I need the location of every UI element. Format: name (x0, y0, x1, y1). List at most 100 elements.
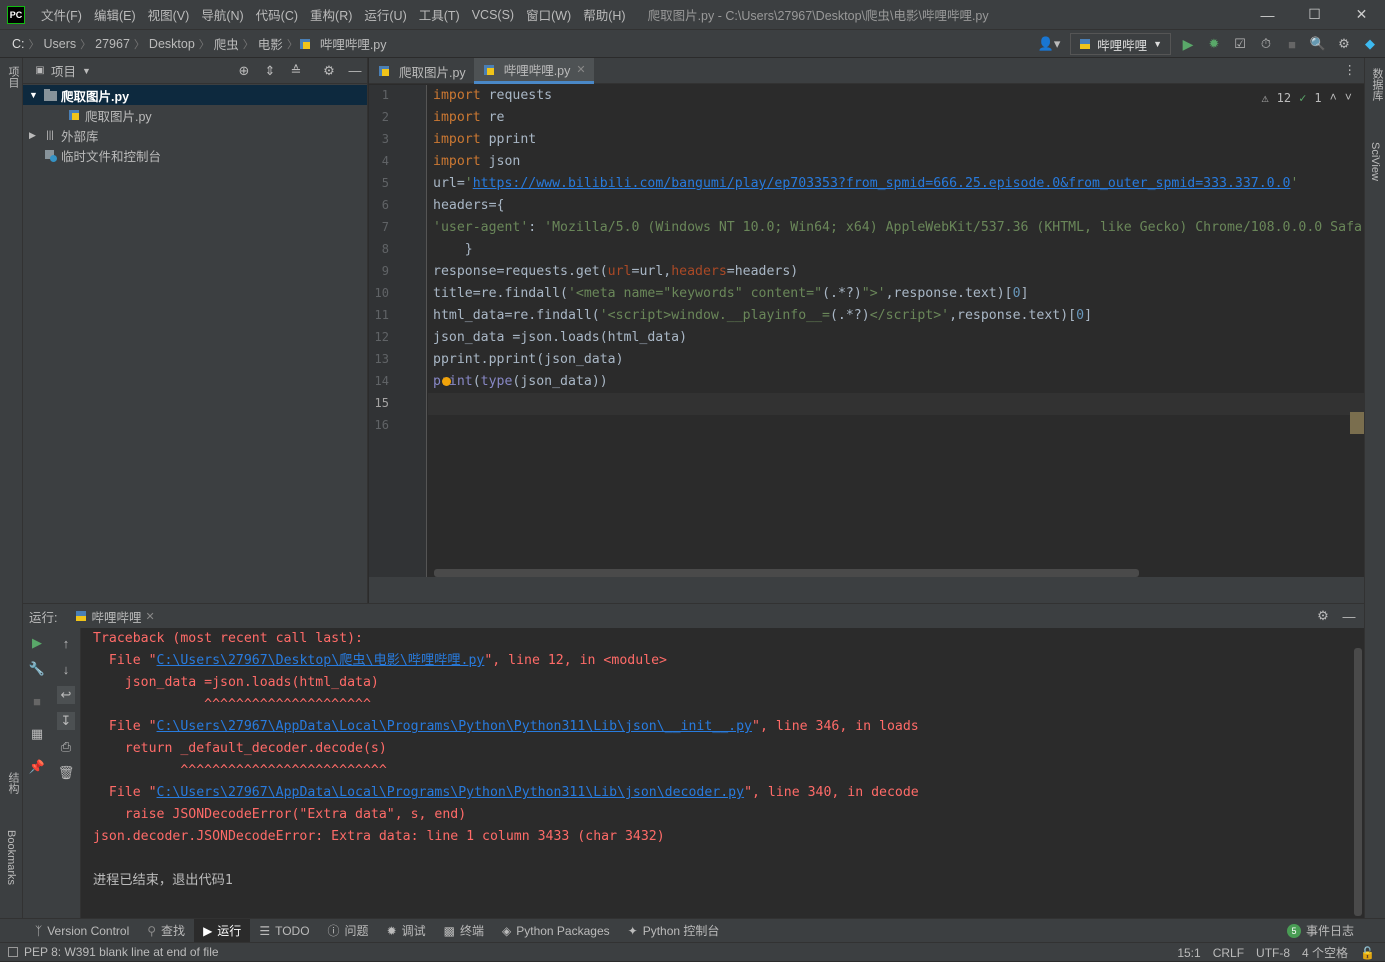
code-editor[interactable]: import requests import re import pprint … (428, 85, 1364, 577)
status-message[interactable]: PEP 8: W391 blank line at end of file (24, 945, 219, 959)
console-line: File "C:\Users\27967\Desktop\爬虫\电影\哔哩哔哩.… (93, 653, 667, 668)
lock-icon[interactable]: 🔓 (1360, 946, 1375, 960)
chevron-down-icon[interactable]: ▼ (82, 66, 91, 76)
menu-navigate[interactable]: 导航(N) (195, 5, 249, 24)
run-configuration-select[interactable]: 哔哩哔哩 ▼ (1070, 33, 1171, 55)
scrollbar-thumb[interactable] (1350, 412, 1364, 434)
menu-window[interactable]: 窗口(W) (520, 5, 577, 24)
chevron-down-icon[interactable]: ▼ (29, 90, 43, 100)
chevron-right-icon[interactable]: ▶ (29, 130, 43, 141)
menu-tools[interactable]: 工具(T) (413, 5, 466, 24)
breadcrumb-item[interactable]: 爬虫 (210, 34, 243, 53)
menu-code[interactable]: 代码(C) (250, 5, 304, 24)
console-scrollbar[interactable] (1354, 648, 1362, 916)
menu-refactor[interactable]: 重构(R) (304, 5, 358, 24)
console-file-link[interactable]: C:\Users\27967\Desktop\爬虫\电影\哔哩哔哩.py (157, 653, 485, 668)
tool-tab-problems[interactable]: ⓘ 问题 (319, 919, 378, 943)
menu-file[interactable]: 文件(F) (35, 5, 88, 24)
file-encoding[interactable]: UTF-8 (1256, 946, 1290, 960)
menu-help[interactable]: 帮助(H) (577, 5, 631, 24)
menu-view[interactable]: 视图(V) (142, 5, 196, 24)
run-icon[interactable]: ▶ (1179, 35, 1197, 53)
breadcrumb-item[interactable]: Users (40, 37, 81, 51)
layout-icon[interactable]: ▦ (28, 725, 46, 743)
hide-panel-icon[interactable]: — (346, 62, 364, 80)
horizontal-scrollbar[interactable] (434, 569, 1139, 577)
breadcrumb-item[interactable]: 电影 (254, 34, 287, 53)
tool-tab-run[interactable]: ▶ 运行 (194, 918, 251, 943)
tool-tab-debug[interactable]: ✹ 调试 (378, 919, 435, 943)
coverage-icon[interactable]: ☑ (1231, 35, 1249, 53)
tool-tab-event-log[interactable]: 5 事件日志 (1278, 919, 1363, 943)
run-tab[interactable]: 哔哩哔哩 ✕ (75, 607, 155, 626)
scroll-to-end-icon[interactable]: ↧ (57, 712, 75, 730)
menu-edit[interactable]: 编辑(E) (88, 5, 142, 24)
menu-run[interactable]: 运行(U) (358, 5, 412, 24)
tree-item-project-root[interactable]: ▼ 爬取图片.py (23, 85, 367, 105)
close-tab-icon[interactable]: ✕ (576, 63, 585, 76)
code-line: response=requests.get(url=url,headers=he… (433, 264, 799, 279)
tree-item-external-libraries[interactable]: ▶ ||| 外部库 (23, 125, 367, 145)
more-icon[interactable]: ⋮ (1344, 62, 1357, 77)
arrow-down-icon[interactable]: ↓ (57, 660, 75, 678)
editor-tab[interactable]: 爬取图片.py (369, 58, 474, 84)
inspection-widget[interactable]: ⚠ 12 ✓ 1 ˄ ˅ (1261, 90, 1352, 105)
chevron-down-icon[interactable]: ˅ (1345, 90, 1352, 105)
arrow-up-icon[interactable]: ↑ (57, 634, 75, 652)
project-tool-tab[interactable]: 项目 (5, 66, 21, 88)
wrench-icon[interactable]: 🔧 (28, 660, 46, 678)
stop-icon[interactable]: ■ (28, 692, 46, 710)
line-separator[interactable]: CRLF (1213, 946, 1244, 960)
structure-tool-tab[interactable]: 结构 (5, 772, 21, 794)
gear-icon[interactable]: ⚙ (1335, 35, 1353, 53)
editor-tab-active[interactable]: 哔哩哔哩.py ✕ (473, 58, 594, 84)
soft-wrap-icon[interactable]: ↩ (57, 686, 75, 704)
gear-icon[interactable]: ⚙ (320, 62, 338, 80)
toggle-tool-windows-icon[interactable] (8, 947, 18, 957)
maximize-icon[interactable]: ☐ (1291, 0, 1338, 29)
tool-tab-version-control[interactable]: ᛉ Version Control (26, 919, 138, 943)
sciview-tool-tab[interactable]: SciView (1369, 142, 1381, 181)
rerun-icon[interactable]: ▶ (28, 634, 46, 652)
bookmarks-tool-tab[interactable]: Bookmarks (5, 830, 17, 885)
collapse-all-icon[interactable]: ≙ (287, 62, 305, 80)
minimize-icon[interactable]: — (1244, 0, 1291, 29)
database-tool-tab[interactable]: 数据库 (1369, 68, 1385, 101)
tool-tab-python-packages[interactable]: ◈ Python Packages (493, 919, 619, 943)
tree-item-file[interactable]: 爬取图片.py (23, 105, 367, 125)
console-output[interactable]: Traceback (most recent call last): File … (93, 628, 1353, 919)
profile-icon[interactable]: ⏱ (1257, 35, 1275, 53)
tree-item-scratches[interactable]: 临时文件和控制台 (23, 145, 367, 165)
trash-icon[interactable]: 🗑 (57, 764, 75, 782)
tool-tab-find[interactable]: ⚲ 查找 (138, 919, 194, 943)
print-icon[interactable]: ⎙ (57, 738, 75, 756)
gear-icon[interactable]: ⚙ (1314, 607, 1332, 625)
breadcrumb-drive[interactable]: C: (8, 37, 29, 51)
line-number: 10 (374, 286, 389, 300)
chevron-up-icon[interactable]: ˄ (1330, 90, 1337, 105)
breadcrumb-item[interactable]: 27967 (91, 37, 134, 51)
pin-icon[interactable]: 📌 (28, 758, 46, 776)
jetbrains-toolbox-icon[interactable]: ◆ (1361, 35, 1379, 53)
console-file-link[interactable]: C:\Users\27967\AppData\Local\Programs\Py… (157, 785, 745, 800)
menu-vcs[interactable]: VCS(S) (466, 8, 520, 22)
close-tab-icon[interactable]: ✕ (146, 610, 155, 623)
tool-tab-todo[interactable]: ☰ TODO (250, 919, 318, 943)
console-file-link[interactable]: C:\Users\27967\AppData\Local\Programs\Py… (157, 719, 752, 734)
locate-icon[interactable]: ⊕ (235, 62, 253, 80)
caret-position[interactable]: 15:1 (1177, 946, 1200, 960)
debug-icon[interactable]: ✹ (1205, 35, 1223, 53)
tool-tab-terminal[interactable]: ▩ 终端 (435, 919, 493, 943)
tool-tab-python-console[interactable]: ✦ Python 控制台 (619, 919, 729, 943)
user-icon[interactable]: 👤▾ (1036, 35, 1062, 53)
close-icon[interactable]: ✕ (1338, 0, 1385, 29)
lightbulb-icon[interactable] (442, 377, 451, 386)
hide-panel-icon[interactable]: — (1340, 607, 1358, 625)
search-icon[interactable]: 🔍 (1309, 35, 1327, 53)
indent-setting[interactable]: 4 个空格 (1302, 944, 1348, 961)
breadcrumb-item[interactable]: Desktop (145, 37, 199, 51)
expand-all-icon[interactable]: ⇕ (261, 62, 279, 80)
breadcrumb-file[interactable]: 哔哩哔哩.py (316, 34, 391, 53)
project-panel-title[interactable]: 项目 (51, 61, 76, 80)
stop-icon[interactable]: ■ (1283, 35, 1301, 53)
